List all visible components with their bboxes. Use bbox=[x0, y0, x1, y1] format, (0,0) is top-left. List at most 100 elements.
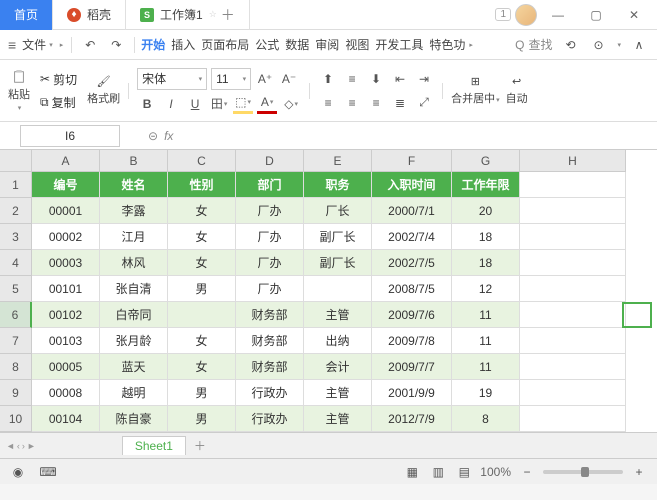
cell[interactable]: 江月 bbox=[100, 224, 168, 250]
row-header[interactable]: 9 bbox=[0, 380, 32, 406]
redo-icon[interactable]: ↷ bbox=[106, 35, 126, 55]
cell[interactable]: 男 bbox=[168, 406, 236, 432]
align-top-icon[interactable]: ⬆ bbox=[318, 69, 338, 89]
cell[interactable]: 出纳 bbox=[304, 328, 372, 354]
cell[interactable]: 厂办 bbox=[236, 250, 304, 276]
cell[interactable]: 越明 bbox=[100, 380, 168, 406]
cell[interactable]: 00005 bbox=[32, 354, 100, 380]
cell[interactable]: 19 bbox=[452, 380, 520, 406]
cell[interactable]: 12 bbox=[452, 276, 520, 302]
record-icon[interactable]: ◉ bbox=[8, 462, 28, 482]
orientation-icon[interactable]: ⤢ bbox=[414, 93, 434, 113]
cell[interactable]: 男 bbox=[168, 276, 236, 302]
cell[interactable]: 陈自豪 bbox=[100, 406, 168, 432]
cell[interactable]: 女 bbox=[168, 328, 236, 354]
minimize-button[interactable]: — bbox=[541, 1, 575, 29]
prev-sheet-icon[interactable]: ‹ bbox=[17, 441, 20, 451]
col-header[interactable]: B bbox=[100, 150, 168, 172]
wrap-button[interactable]: ↩ 自动 bbox=[506, 75, 528, 106]
avatar[interactable] bbox=[515, 4, 537, 26]
cell[interactable]: 00008 bbox=[32, 380, 100, 406]
format-painter[interactable]: 🖌 格式刷 bbox=[87, 75, 120, 106]
cell[interactable]: 女 bbox=[168, 224, 236, 250]
cell[interactable] bbox=[520, 380, 626, 406]
cell[interactable]: 主管 bbox=[304, 406, 372, 432]
align-right-icon[interactable]: ≡ bbox=[366, 93, 386, 113]
close-button[interactable]: ✕ bbox=[617, 1, 651, 29]
cell[interactable]: 财务部 bbox=[236, 354, 304, 380]
tab-workbook[interactable]: S工作簿1☆＋ bbox=[126, 0, 250, 30]
cell[interactable]: 00002 bbox=[32, 224, 100, 250]
fx-icon[interactable]: fx bbox=[164, 129, 173, 143]
row-header[interactable]: 6 bbox=[0, 302, 32, 328]
file-menu[interactable]: 文件▾ bbox=[22, 36, 53, 53]
cell[interactable] bbox=[168, 302, 236, 328]
zoom-out-icon[interactable]: − bbox=[517, 462, 537, 482]
cell[interactable]: 厂办 bbox=[236, 276, 304, 302]
cell[interactable]: 2009/7/7 bbox=[372, 354, 452, 380]
first-sheet-icon[interactable]: ◄ bbox=[6, 441, 15, 451]
sync-icon[interactable]: ⟲ bbox=[560, 35, 580, 55]
cell[interactable]: 白帝同 bbox=[100, 302, 168, 328]
cell[interactable]: 男 bbox=[168, 380, 236, 406]
cell[interactable]: 会计 bbox=[304, 354, 372, 380]
bold-icon[interactable]: B bbox=[137, 94, 157, 114]
cell[interactable]: 2012/7/9 bbox=[372, 406, 452, 432]
col-header[interactable]: C bbox=[168, 150, 236, 172]
col-header[interactable]: A bbox=[32, 150, 100, 172]
row-header[interactable]: 4 bbox=[0, 250, 32, 276]
copy-button[interactable]: ⧉复制 bbox=[36, 92, 81, 113]
tab-view[interactable]: 视图 bbox=[342, 36, 372, 53]
cell[interactable] bbox=[520, 198, 626, 224]
next-sheet-icon[interactable]: › bbox=[22, 441, 25, 451]
search-box[interactable]: Q 查找 bbox=[515, 36, 552, 53]
cell[interactable] bbox=[520, 172, 626, 198]
clear-icon[interactable]: ◇▾ bbox=[281, 94, 301, 114]
cell[interactable]: 11 bbox=[452, 302, 520, 328]
zoom-fx-icon[interactable]: ⊝ bbox=[148, 129, 158, 143]
undo-icon[interactable]: ↶ bbox=[80, 35, 100, 55]
cell[interactable]: 00101 bbox=[32, 276, 100, 302]
cell[interactable] bbox=[520, 406, 626, 432]
row-header[interactable]: 1 bbox=[0, 172, 32, 198]
cell[interactable] bbox=[520, 328, 626, 354]
cell[interactable] bbox=[520, 302, 626, 328]
cell[interactable]: 2008/7/5 bbox=[372, 276, 452, 302]
cell[interactable] bbox=[520, 354, 626, 380]
row-header[interactable]: 7 bbox=[0, 328, 32, 354]
cell[interactable]: 00103 bbox=[32, 328, 100, 354]
tab-start[interactable]: 开始 bbox=[138, 36, 168, 53]
menu-icon[interactable]: ≡ bbox=[8, 37, 16, 53]
fill-color-icon[interactable]: ⬚▾ bbox=[233, 94, 253, 114]
chevron-icon[interactable]: ▸ bbox=[60, 41, 64, 49]
cell[interactable]: 副厂长 bbox=[304, 250, 372, 276]
tab-review[interactable]: 审阅 bbox=[312, 36, 342, 53]
cell[interactable]: 00001 bbox=[32, 198, 100, 224]
cell[interactable] bbox=[520, 224, 626, 250]
cell[interactable]: 蓝天 bbox=[100, 354, 168, 380]
last-sheet-icon[interactable]: ► bbox=[27, 441, 36, 451]
tab-home[interactable]: 首页 bbox=[0, 0, 53, 30]
tab-feature[interactable]: 特色功 bbox=[426, 36, 468, 53]
tab-formula[interactable]: 公式 bbox=[252, 36, 282, 53]
spreadsheet-grid[interactable]: 1 2 3 4 5 6 7 8 9 10 A B C D E F G H 编号姓… bbox=[0, 150, 657, 432]
font-color-icon[interactable]: A▾ bbox=[257, 94, 277, 114]
cell[interactable]: 18 bbox=[452, 250, 520, 276]
align-middle-icon[interactable]: ≡ bbox=[342, 69, 362, 89]
underline-icon[interactable]: U bbox=[185, 94, 205, 114]
zoom-slider[interactable] bbox=[543, 470, 623, 474]
italic-icon[interactable]: I bbox=[161, 94, 181, 114]
row-header[interactable]: 2 bbox=[0, 198, 32, 224]
align-left-icon[interactable]: ≡ bbox=[318, 93, 338, 113]
cell[interactable]: 厂办 bbox=[236, 224, 304, 250]
cell[interactable]: 20 bbox=[452, 198, 520, 224]
cell[interactable]: 00003 bbox=[32, 250, 100, 276]
cell[interactable]: 18 bbox=[452, 224, 520, 250]
cell[interactable]: 李露 bbox=[100, 198, 168, 224]
col-header[interactable]: H bbox=[520, 150, 626, 172]
decrease-font-icon[interactable]: A⁻ bbox=[279, 69, 299, 89]
row-header[interactable]: 5 bbox=[0, 276, 32, 302]
cell[interactable]: 2001/9/9 bbox=[372, 380, 452, 406]
table-header-cell[interactable]: 部门 bbox=[236, 172, 304, 198]
row-header[interactable]: 10 bbox=[0, 406, 32, 432]
